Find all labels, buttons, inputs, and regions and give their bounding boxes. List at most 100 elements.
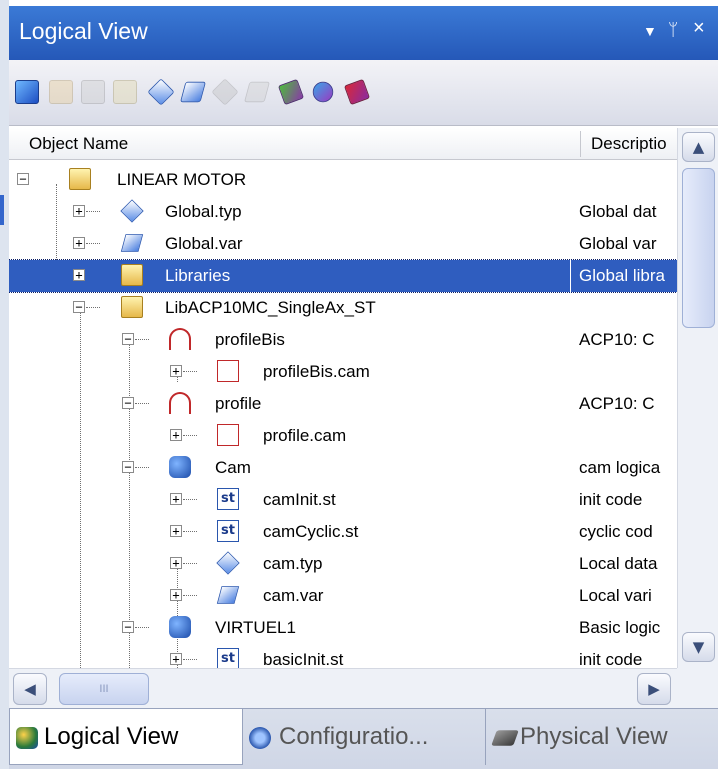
tree-row-label: cam.typ: [263, 554, 323, 573]
tree-row[interactable]: + Global.var Global var: [9, 228, 677, 260]
tree-connector: [86, 211, 100, 212]
program-icon: [169, 456, 191, 478]
tree-row-label: Global.var: [165, 234, 243, 253]
refresh-library-icon[interactable]: [312, 81, 334, 103]
scroll-right-button[interactable]: ▶: [637, 673, 671, 705]
tab-physical-view[interactable]: Physical View: [485, 709, 718, 765]
tree-row-description: Basic logic: [579, 618, 661, 637]
tree-row[interactable]: + Global.typ Global dat: [9, 196, 677, 228]
scroll-left-button[interactable]: ◀: [13, 673, 47, 705]
column-separator[interactable]: [580, 131, 581, 157]
expand-icon[interactable]: +: [170, 653, 182, 665]
column-description[interactable]: Descriptio: [591, 134, 685, 154]
scroll-down-button[interactable]: ▼: [682, 632, 715, 662]
tree-row-label: profile: [215, 394, 262, 413]
tree-row-label: Global.typ: [165, 202, 242, 221]
tab-configuration[interactable]: Configuratio...: [245, 709, 485, 765]
tree-row-description: init code: [579, 490, 643, 509]
tree-row-description: ACP10: C: [579, 330, 655, 349]
tree-row[interactable]: + cam.typ Local data: [9, 548, 677, 580]
cam-profile-icon: [169, 328, 191, 350]
list-icon[interactable]: [81, 80, 105, 104]
variable-icon[interactable]: [180, 81, 206, 103]
datatype-icon[interactable]: [147, 78, 175, 106]
tree-row-label: camCyclic.st: [263, 522, 359, 541]
tree-row-selected[interactable]: + Libraries Global libra: [9, 259, 677, 293]
table-icon[interactable]: [49, 80, 73, 104]
tree-row-label: profileBis.cam: [263, 362, 370, 381]
toolbar: [9, 60, 718, 126]
cam-profile-icon: [169, 392, 191, 414]
tree-connector: [183, 531, 197, 532]
column-header: Object Name Descriptio: [9, 128, 718, 160]
cam-file-icon: [217, 424, 239, 446]
tree-row[interactable]: + cam.var Local vari: [9, 580, 677, 612]
tree-row-description: cam logica: [579, 458, 661, 477]
tree-row[interactable]: − LibACP10MC_SingleAx_ST: [9, 292, 677, 324]
tree-row[interactable]: + st camInit.st init code: [9, 484, 677, 516]
expand-icon[interactable]: +: [170, 493, 182, 505]
tree-row[interactable]: + profile.cam: [9, 420, 677, 452]
collapse-icon[interactable]: −: [17, 173, 29, 185]
left-edge: [0, 0, 9, 769]
folder-open-icon: [69, 168, 91, 190]
expand-icon[interactable]: +: [170, 557, 182, 569]
expand-icon[interactable]: +: [73, 269, 85, 281]
new-object-icon[interactable]: [15, 80, 39, 104]
expand-icon[interactable]: +: [170, 525, 182, 537]
tree-connector: [86, 307, 100, 308]
tab-label: Logical View: [44, 723, 179, 750]
collapse-icon[interactable]: −: [122, 397, 134, 409]
tree-row-description: Global libra: [579, 266, 665, 285]
close-icon[interactable]: ×: [693, 17, 705, 40]
tree-row-label: Cam: [215, 458, 251, 477]
tree-row[interactable]: − profile ACP10: C: [9, 388, 677, 420]
datatype-disabled-icon[interactable]: [211, 78, 239, 106]
tree-connector: [183, 499, 197, 500]
expand-icon[interactable]: +: [170, 365, 182, 377]
tree-row[interactable]: + st camCyclic.st cyclic cod: [9, 516, 677, 548]
vertical-scroll-thumb[interactable]: [682, 168, 715, 328]
column-object-name[interactable]: Object Name: [29, 134, 128, 154]
physical-view-icon: [491, 730, 519, 746]
collapse-icon[interactable]: −: [122, 621, 134, 633]
pin-icon[interactable]: ᛘ: [668, 20, 678, 40]
tree-row[interactable]: + st basicInit.st init code: [9, 644, 677, 668]
remove-library-icon[interactable]: [343, 78, 371, 106]
tab-bar: Logical View Configuratio... Physical Vi…: [9, 708, 718, 769]
dropdown-icon[interactable]: ▼: [643, 23, 657, 39]
scroll-up-button[interactable]: ▲: [682, 132, 715, 162]
tree-row[interactable]: + profileBis.cam: [9, 356, 677, 388]
collapse-icon[interactable]: −: [73, 301, 85, 313]
tree-row-description: Local vari: [579, 586, 652, 605]
tree-row[interactable]: − profileBis ACP10: C: [9, 324, 677, 356]
tree-row-description: cyclic cod: [579, 522, 653, 541]
tree-row[interactable]: − LINEAR MOTOR: [9, 164, 677, 196]
folder-open-icon: [121, 296, 143, 318]
vertical-scrollbar[interactable]: ▲ ▼: [677, 128, 718, 668]
logical-view-icon: [16, 727, 38, 749]
variable-disabled-icon[interactable]: [244, 81, 270, 103]
collapse-icon[interactable]: −: [122, 461, 134, 473]
header-file-icon[interactable]: [113, 80, 137, 104]
variable-icon: [216, 586, 240, 604]
collapse-icon[interactable]: −: [122, 333, 134, 345]
expand-icon[interactable]: +: [73, 237, 85, 249]
datatype-icon: [120, 199, 144, 223]
tree-connector: [135, 627, 149, 628]
tree-row[interactable]: − Cam cam logica: [9, 452, 677, 484]
horizontal-scrollbar[interactable]: ◀ III ▶: [9, 668, 677, 708]
tab-logical-view[interactable]: Logical View: [9, 709, 243, 765]
tree-connector: [183, 659, 197, 660]
add-library-icon[interactable]: [277, 78, 305, 106]
st-file-icon: st: [217, 488, 239, 510]
cam-file-icon: [217, 360, 239, 382]
column-separator: [570, 260, 571, 292]
tree-row-label: LINEAR MOTOR: [117, 170, 247, 189]
scrollbar-corner: [677, 668, 718, 708]
tree-row[interactable]: − VIRTUEL1 Basic logic: [9, 612, 677, 644]
expand-icon[interactable]: +: [170, 589, 182, 601]
expand-icon[interactable]: +: [73, 205, 85, 217]
horizontal-scroll-thumb[interactable]: III: [59, 673, 149, 705]
expand-icon[interactable]: +: [170, 429, 182, 441]
